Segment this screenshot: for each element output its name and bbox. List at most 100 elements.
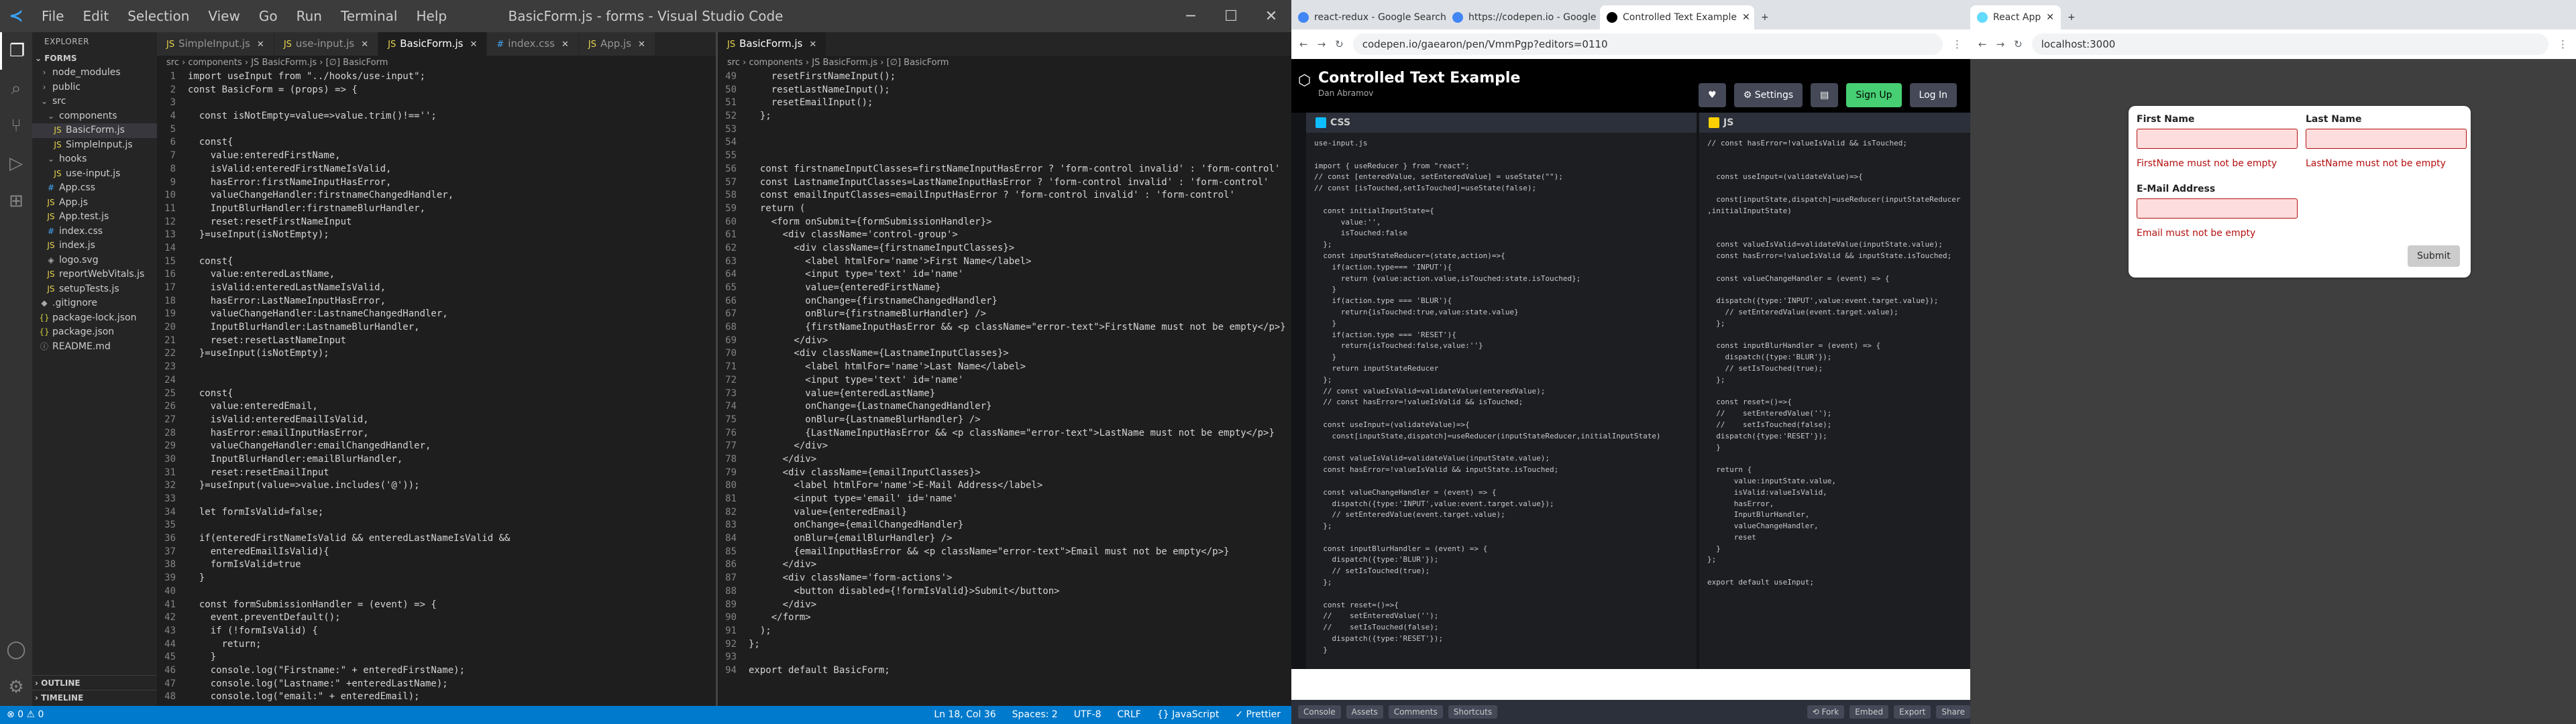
pen-author[interactable]: Dan Abramov xyxy=(1318,88,1373,98)
status-item[interactable]: ✓ Prettier xyxy=(1235,706,1281,724)
file-tree-item[interactable]: JS SimpleInput.js xyxy=(32,138,157,153)
file-tree-item[interactable]: JS index.js xyxy=(32,239,157,253)
menu-item-view[interactable]: View xyxy=(199,8,249,24)
source-control-icon[interactable]: ⑂ xyxy=(0,107,32,145)
file-tree-item[interactable]: {} package-lock.json xyxy=(32,311,157,326)
explorer-icon[interactable]: ❐ xyxy=(0,32,32,70)
close-tab-icon[interactable]: ✕ xyxy=(257,40,264,50)
first-name-input[interactable] xyxy=(2137,129,2298,149)
layout-button[interactable]: ▤ xyxy=(1811,83,1839,107)
new-tab-button[interactable]: + xyxy=(2061,5,2082,29)
like-button[interactable]: ♥ xyxy=(1699,83,1726,107)
timeline-section[interactable]: › TIMELINE xyxy=(32,690,157,705)
editor-tab[interactable]: JS BasicForm.js ✕ xyxy=(378,32,488,56)
close-tab-icon[interactable]: ✕ xyxy=(1742,5,1750,29)
file-tree-item[interactable]: ⓘ README.md xyxy=(32,340,157,355)
footer-action-button[interactable]: ⟲ Fork xyxy=(1807,705,1845,719)
file-tree-item[interactable]: # App.css xyxy=(32,181,157,196)
file-tree-item[interactable]: JS BasicForm.js xyxy=(32,123,157,138)
css-editor[interactable]: use-input.js import { useReducer } from … xyxy=(1306,133,1697,662)
editor-tab[interactable]: JS use-input.js ✕ xyxy=(274,32,379,56)
js-pane[interactable]: JS // const hasError=!valueIsValid && is… xyxy=(1699,113,1970,669)
problems-indicator[interactable]: ⊗ 0 ⚠ 0 xyxy=(7,706,44,724)
menu-item-edit[interactable]: Edit xyxy=(73,8,118,24)
outline-section[interactable]: › OUTLINE xyxy=(32,675,157,690)
file-tree-item[interactable]: ◈ logo.svg xyxy=(32,253,157,268)
footer-button[interactable]: Console xyxy=(1298,705,1341,719)
close-button[interactable]: ✕ xyxy=(1251,0,1291,32)
footer-button[interactable]: Assets xyxy=(1346,705,1383,719)
close-tab-icon[interactable]: ✕ xyxy=(470,40,477,50)
menu-item-help[interactable]: Help xyxy=(407,8,456,24)
browser-tab[interactable]: https://codepen.io - Google Se✕ xyxy=(1446,5,1600,29)
close-tab-icon[interactable]: ✕ xyxy=(638,40,645,50)
menu-item-terminal[interactable]: Terminal xyxy=(331,8,407,24)
footer-action-button[interactable]: Embed xyxy=(1849,705,1889,719)
email-input[interactable] xyxy=(2137,198,2298,219)
footer-action-button[interactable]: Share xyxy=(1936,705,1970,719)
js-editor[interactable]: // const hasError=!valueIsValid && isTou… xyxy=(1699,133,1970,594)
editor-right[interactable]: 49 resetFirstNameInput(); 50 resetLastNam… xyxy=(718,70,1291,706)
footer-button[interactable]: Shortcuts xyxy=(1448,705,1498,719)
editor-tab[interactable]: JS App.js ✕ xyxy=(578,32,655,56)
close-tab-icon[interactable]: ✕ xyxy=(561,40,569,50)
menu-item-file[interactable]: File xyxy=(32,8,73,24)
file-tree-item[interactable]: › node_modules xyxy=(32,66,157,80)
editor-tab[interactable]: # index.css ✕ xyxy=(487,32,579,56)
status-item[interactable]: Spaces: 2 xyxy=(1012,706,1058,724)
gear-icon[interactable]: ⚙ xyxy=(0,668,32,706)
reload-icon[interactable]: ↻ xyxy=(2014,38,2023,50)
search-icon[interactable]: ⌕ xyxy=(0,70,32,107)
status-item[interactable]: Ln 18, Col 36 xyxy=(934,706,996,724)
browser-tab[interactable]: Controlled Text Example ✕ xyxy=(1600,5,1754,29)
codepen-address-bar[interactable]: codepen.io/gaearon/pen/VmmPgp?editors=01… xyxy=(1352,34,1943,55)
back-icon[interactable]: ← xyxy=(1299,38,1308,50)
editor-tab[interactable]: JS SimpleInput.js ✕ xyxy=(157,32,274,56)
react-app-tab[interactable]: React App ✕ xyxy=(1970,5,2061,29)
codepen-logo-icon[interactable]: ⬡ xyxy=(1298,72,1311,89)
browser-menu-icon[interactable]: ⋮ xyxy=(2558,38,2576,50)
browser-tab[interactable]: react-redux - Google Search✕ xyxy=(1291,5,1446,29)
file-tree-item[interactable]: ⌄ components xyxy=(32,109,157,124)
status-item[interactable]: {} JavaScript xyxy=(1157,706,1219,724)
breadcrumb-left[interactable]: src › components › JS BasicForm.js › [∅]… xyxy=(157,56,716,70)
file-tree-item[interactable]: {} package.json xyxy=(32,325,157,340)
file-tree-item[interactable]: ⌄ hooks xyxy=(32,152,157,167)
breadcrumb-right[interactable]: src › components › JS BasicForm.js › [∅]… xyxy=(718,56,1291,70)
menu-item-go[interactable]: Go xyxy=(250,8,287,24)
file-tree-item[interactable]: JS App.test.js xyxy=(32,210,157,225)
last-name-input[interactable] xyxy=(2306,129,2467,149)
menu-item-run[interactable]: Run xyxy=(287,8,331,24)
status-item[interactable]: UTF-8 xyxy=(1074,706,1102,724)
account-icon[interactable]: ◯ xyxy=(0,631,32,668)
file-tree-item[interactable]: JS setupTests.js xyxy=(32,282,157,297)
status-item[interactable]: CRLF xyxy=(1118,706,1141,724)
settings-button[interactable]: ⚙ Settings xyxy=(1733,83,1803,107)
reload-icon[interactable]: ↻ xyxy=(1335,38,1344,50)
editor-left[interactable]: 1 import useInput from "../hooks/use-inpu… xyxy=(157,70,716,706)
extensions-icon[interactable]: ⊞ xyxy=(0,182,32,220)
footer-button[interactable]: Comments xyxy=(1388,705,1443,719)
forward-icon[interactable]: → xyxy=(1996,38,2005,50)
file-tree-item[interactable]: ⌄ src xyxy=(32,95,157,109)
close-tab-icon[interactable]: ✕ xyxy=(361,40,368,50)
maximize-button[interactable]: ☐ xyxy=(1211,0,1251,32)
close-tab-icon[interactable]: ✕ xyxy=(2046,5,2054,29)
react-address-bar[interactable]: localhost:3000 xyxy=(2031,34,2548,55)
browser-menu-icon[interactable]: ⋮ xyxy=(1952,38,1970,50)
login-button[interactable]: Log In xyxy=(1909,83,1957,107)
file-tree-item[interactable]: JS App.js xyxy=(32,196,157,210)
run-debug-icon[interactable]: ▷ xyxy=(0,145,32,182)
forward-icon[interactable]: → xyxy=(1318,38,1326,50)
signup-button[interactable]: Sign Up xyxy=(1846,83,1902,107)
new-tab-button[interactable]: + xyxy=(1754,5,1776,29)
editor-tab[interactable]: JS BasicForm.js ✕ xyxy=(718,32,827,56)
close-tab-icon[interactable]: ✕ xyxy=(809,40,816,50)
submit-button[interactable]: Submit xyxy=(2408,245,2460,267)
project-section[interactable]: ⌄ FORMS xyxy=(32,51,157,66)
file-tree-item[interactable]: # index.css xyxy=(32,225,157,239)
file-tree-item[interactable]: JS reportWebVitals.js xyxy=(32,267,157,282)
file-tree-item[interactable]: › public xyxy=(32,80,157,95)
menu-item-selection[interactable]: Selection xyxy=(118,8,199,24)
footer-action-button[interactable]: Export xyxy=(1894,705,1931,719)
